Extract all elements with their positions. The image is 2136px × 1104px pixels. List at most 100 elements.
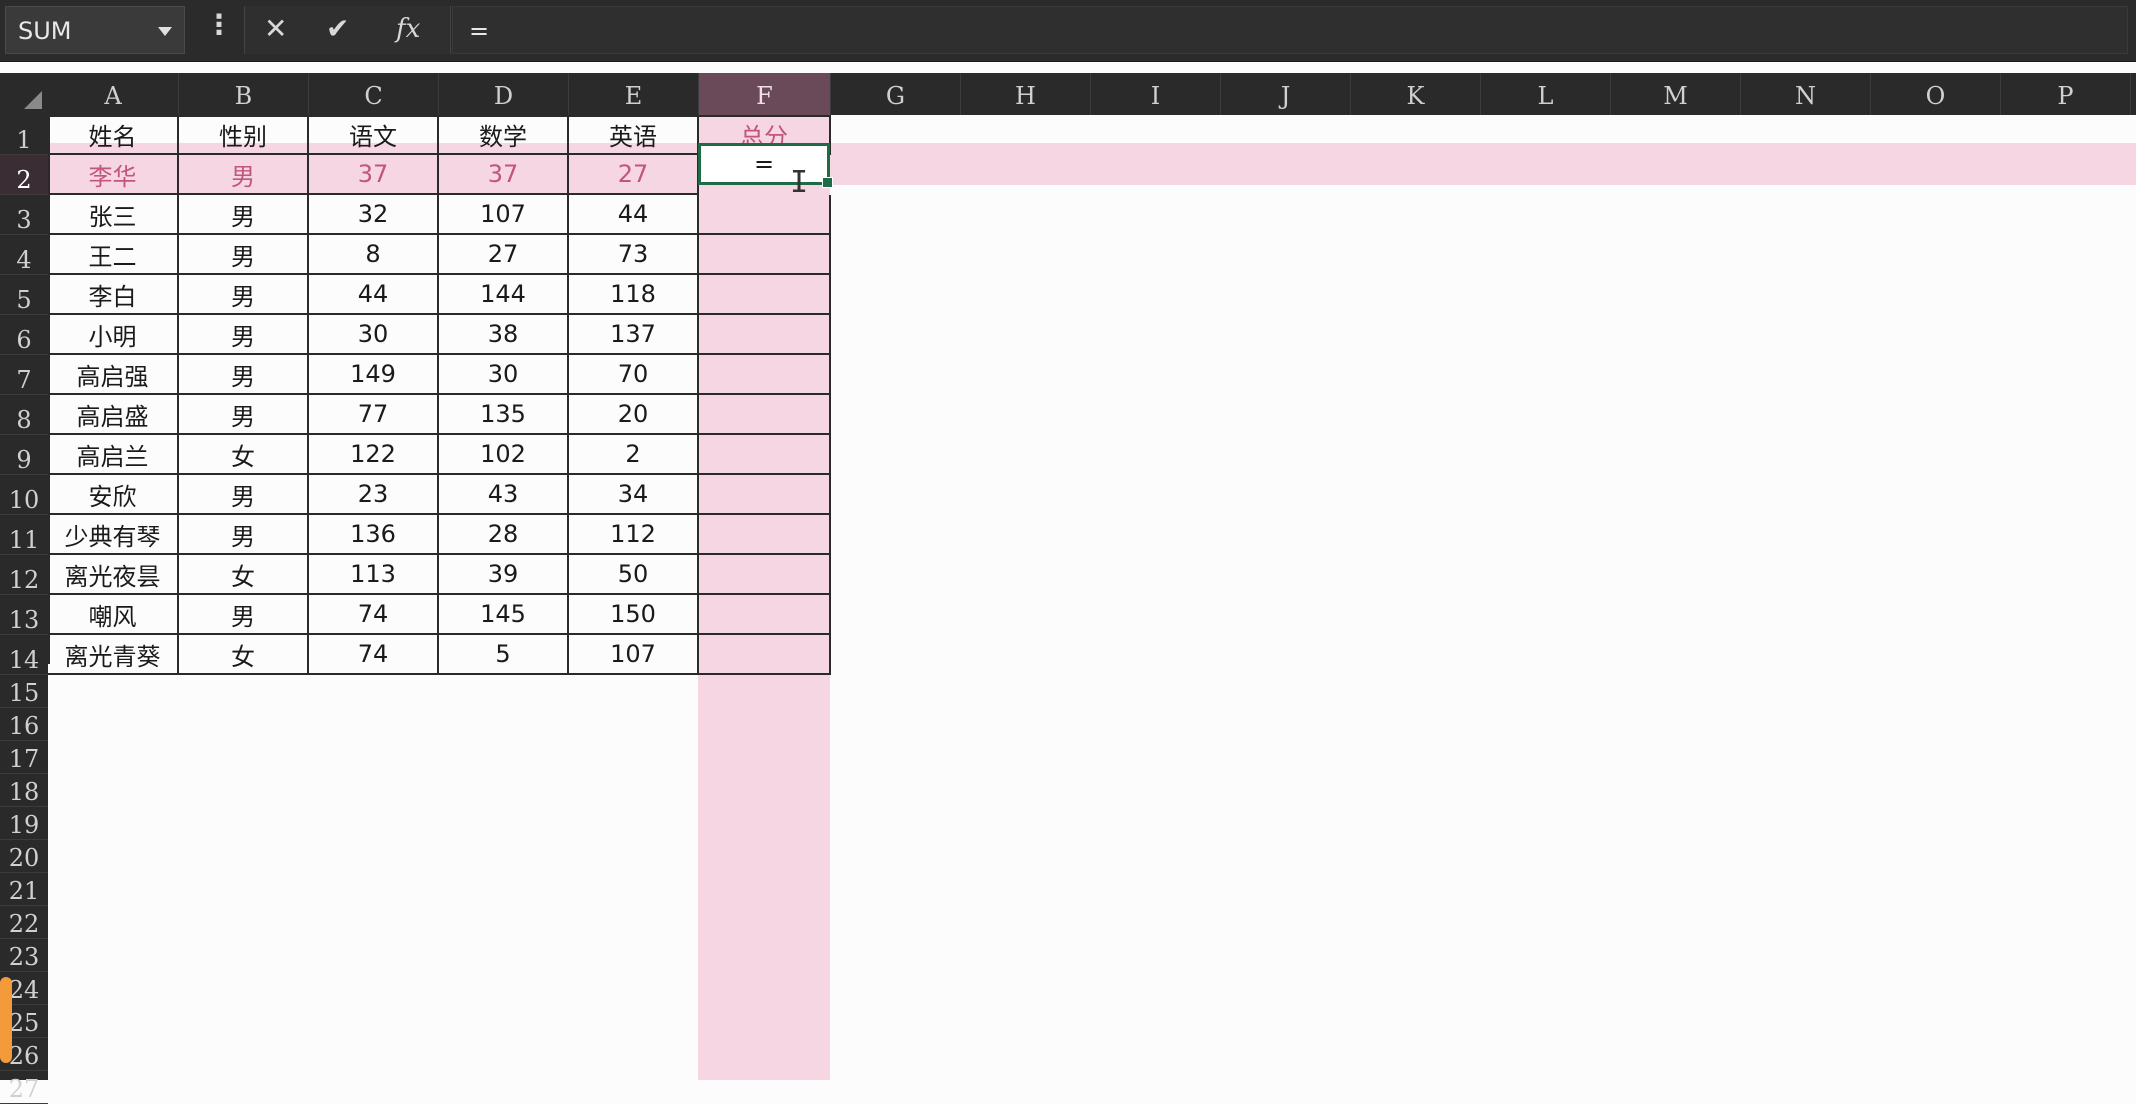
cancel-icon[interactable]: ✕ [264,12,287,46]
row-header-20[interactable]: 20 [0,840,48,873]
table-cell[interactable]: 男 [179,355,309,395]
table-cell[interactable]: 149 [309,355,439,395]
table-cell[interactable]: 102 [439,435,569,475]
table-cell[interactable]: 43 [439,475,569,515]
column-header-e[interactable]: E [569,73,699,115]
table-cell[interactable]: 34 [569,475,699,515]
enter-check-icon[interactable]: ✔ [326,12,349,46]
row-header-8[interactable]: 8 [0,395,48,435]
scroll-handle[interactable] [0,977,12,1063]
table-cell[interactable] [699,275,831,315]
table-cell[interactable]: 8 [309,235,439,275]
select-all-icon[interactable] [24,91,42,109]
table-cell[interactable] [699,355,831,395]
table-cell[interactable]: 27 [569,155,699,195]
table-cell[interactable]: 李白 [48,275,179,315]
insert-function-icon[interactable]: fx [396,12,420,46]
column-header-l[interactable]: L [1481,73,1611,115]
table-cell[interactable]: 男 [179,275,309,315]
table-cell[interactable] [699,315,831,355]
table-cell[interactable]: 74 [309,635,439,675]
table-cell[interactable]: 男 [179,235,309,275]
table-cell[interactable]: 男 [179,395,309,435]
table-cell[interactable] [699,235,831,275]
table-cell[interactable]: 118 [569,275,699,315]
table-cell[interactable]: 离光夜昙 [48,555,179,595]
column-header-g[interactable]: G [831,73,961,115]
column-header-d[interactable]: D [439,73,569,115]
name-box[interactable]: SUM [5,6,185,54]
column-title-cell[interactable]: 英语 [569,115,699,155]
table-cell[interactable]: 安欣 [48,475,179,515]
table-cell[interactable]: 136 [309,515,439,555]
table-cell[interactable]: 张三 [48,195,179,235]
row-header-1[interactable]: 1 [0,115,48,155]
table-cell[interactable] [699,555,831,595]
row-header-6[interactable]: 6 [0,315,48,355]
table-cell[interactable]: 113 [309,555,439,595]
row-header-2[interactable]: 2 [0,155,48,195]
column-header-i[interactable]: I [1091,73,1221,115]
table-cell[interactable]: 5 [439,635,569,675]
row-header-14[interactable]: 14 [0,635,48,675]
table-cell[interactable]: 2 [569,435,699,475]
table-cell[interactable]: 74 [309,595,439,635]
row-header-3[interactable]: 3 [0,195,48,235]
table-cell[interactable]: 107 [569,635,699,675]
row-header-17[interactable]: 17 [0,741,48,774]
row-header-22[interactable]: 22 [0,906,48,939]
table-cell[interactable] [699,515,831,555]
table-cell[interactable]: 23 [309,475,439,515]
table-cell[interactable]: 44 [309,275,439,315]
table-cell[interactable]: 女 [179,435,309,475]
column-header-m[interactable]: M [1611,73,1741,115]
table-cell[interactable]: 38 [439,315,569,355]
table-cell[interactable]: 112 [569,515,699,555]
table-cell[interactable]: 女 [179,555,309,595]
column-header-a[interactable]: A [48,73,179,115]
column-header-j[interactable]: J [1221,73,1351,115]
table-cell[interactable]: 73 [569,235,699,275]
fill-handle[interactable] [822,177,833,188]
row-header-5[interactable]: 5 [0,275,48,315]
table-cell[interactable]: 37 [309,155,439,195]
table-cell[interactable]: 122 [309,435,439,475]
row-header-15[interactable]: 15 [0,675,48,708]
row-header-4[interactable]: 4 [0,235,48,275]
table-cell[interactable]: 男 [179,155,309,195]
table-cell[interactable]: 男 [179,595,309,635]
active-cell-f2[interactable]: = [698,143,833,188]
column-header-c[interactable]: C [309,73,439,115]
table-cell[interactable]: 30 [309,315,439,355]
table-cell[interactable]: 37 [439,155,569,195]
table-cell[interactable]: 少典有琴 [48,515,179,555]
table-cell[interactable]: 高启兰 [48,435,179,475]
column-header-b[interactable]: B [179,73,309,115]
row-header-18[interactable]: 18 [0,774,48,807]
column-header-k[interactable]: K [1351,73,1481,115]
table-cell[interactable]: 137 [569,315,699,355]
table-cell[interactable]: 28 [439,515,569,555]
table-cell[interactable]: 女 [179,635,309,675]
row-header-21[interactable]: 21 [0,873,48,906]
table-cell[interactable] [699,435,831,475]
column-header-n[interactable]: N [1741,73,1871,115]
table-cell[interactable]: 男 [179,315,309,355]
table-cell[interactable]: 39 [439,555,569,595]
table-cell[interactable]: 144 [439,275,569,315]
table-cell[interactable]: 小明 [48,315,179,355]
column-title-cell[interactable]: 姓名 [48,115,179,155]
table-cell[interactable]: 男 [179,475,309,515]
column-title-cell[interactable]: 数学 [439,115,569,155]
table-cell[interactable]: 70 [569,355,699,395]
table-cell[interactable]: 44 [569,195,699,235]
column-header-o[interactable]: O [1871,73,2001,115]
table-cell[interactable]: 135 [439,395,569,435]
row-header-16[interactable]: 16 [0,708,48,741]
table-cell[interactable] [699,195,831,235]
table-cell[interactable]: 107 [439,195,569,235]
row-header-12[interactable]: 12 [0,555,48,595]
table-cell[interactable]: 男 [179,515,309,555]
row-header-13[interactable]: 13 [0,595,48,635]
column-title-cell[interactable]: 性别 [179,115,309,155]
